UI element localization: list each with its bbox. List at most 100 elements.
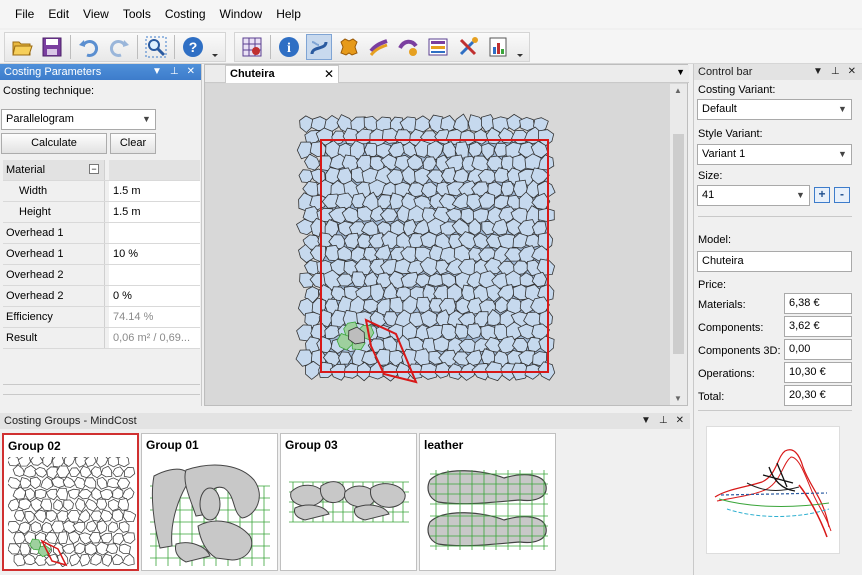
group-card[interactable]: leather [419,433,556,571]
model-label: Model: [698,234,732,246]
technique-value: Parallelogram [6,113,74,125]
nested-piece [68,553,82,567]
style-variant-select[interactable]: Variant 1 ▼ [697,144,852,165]
nested-piece [90,466,103,479]
grid-icon[interactable] [239,34,265,60]
help-icon[interactable]: ? [180,34,206,60]
parts-icon[interactable] [395,34,421,60]
nested-piece [537,208,555,222]
report-icon[interactable] [485,34,511,60]
group-01-thumbnail [150,464,270,566]
menu-window[interactable]: Window [213,0,270,28]
overhead2-select[interactable] [109,265,200,285]
nested-piece [44,531,58,545]
panel-header: Control bar ▼ ⊥ ✕ [694,64,862,80]
scroll-down-icon[interactable]: ▼ [674,394,682,403]
tab-chuteira[interactable]: Chuteira ✕ [225,65,339,83]
redo-icon[interactable] [106,34,132,60]
menu-tools[interactable]: Tools [116,0,158,28]
costing-groups-panel: Costing Groups - MindCost ▼ ⊥ ✕ Group 02 G… [0,413,690,575]
list-icon[interactable] [425,34,451,60]
leather-icon[interactable] [336,34,362,60]
width-value[interactable]: 1.5 m [109,181,200,201]
price-value-total: 20,30 € [784,385,852,406]
layers-icon[interactable] [366,34,392,60]
nesting-canvas[interactable] [206,84,671,405]
group-name: Group 03 [285,438,338,452]
pin-icon[interactable]: ⊥ [831,64,840,80]
price-label-components: Components: [698,322,764,334]
panel-menu-icon[interactable]: ▼ [813,64,823,80]
nested-piece [34,466,48,478]
nested-piece [295,218,314,236]
height-value[interactable]: 1.5 m [109,202,200,222]
menu-file[interactable]: File [8,0,41,28]
group-card[interactable]: Group 03 [280,433,417,571]
scroll-up-icon[interactable]: ▲ [674,86,682,95]
property-key: Result [3,328,105,348]
nested-piece [30,476,42,490]
efficiency-value: 74.14 % [109,307,200,327]
nested-piece [74,542,86,555]
nesting-drawing [295,113,556,384]
toolbar-separator [137,35,138,59]
group-card[interactable]: Group 01 [141,433,278,571]
save-icon[interactable] [39,34,65,60]
size-minus-button[interactable]: - [834,187,850,203]
property-key: Height [3,202,105,222]
zoom-icon[interactable] [143,34,169,60]
toolbar-group-file: ? [4,32,226,62]
scroll-thumb[interactable] [673,134,684,354]
menu-view[interactable]: View [76,0,116,28]
size-plus-button[interactable]: + [814,187,830,203]
close-icon[interactable]: ✕ [676,413,684,429]
nested-piece [19,542,31,556]
menu-edit[interactable]: Edit [41,0,76,28]
costing-variant-select[interactable]: Default ▼ [697,99,852,120]
panel-menu-icon[interactable]: ▼ [641,413,651,429]
price-label-operations: Operations: [698,368,755,380]
nested-piece [100,465,113,478]
overhead1-select[interactable] [109,223,200,243]
pin-icon[interactable]: ⊥ [659,413,668,429]
close-icon[interactable]: ✕ [187,64,195,80]
nested-piece [122,510,136,523]
leather-thumbnail [427,470,548,550]
calculate-button[interactable]: Calculate [1,133,107,154]
overhead1-value[interactable]: 10 % [109,244,200,264]
collapse-icon[interactable]: − [89,164,99,174]
vertical-scrollbar[interactable]: ▲ ▼ [670,84,687,405]
open-folder-icon[interactable] [9,34,35,60]
nested-piece [121,487,135,501]
svg-text:?: ? [189,39,198,55]
nested-piece [85,520,98,532]
close-icon[interactable]: ✕ [848,64,856,80]
tab-list-icon[interactable]: ▼ [676,67,685,77]
info-icon[interactable]: i [276,34,302,60]
dropdown-arrow-icon[interactable] [210,34,220,60]
menu-costing[interactable]: Costing [158,0,213,28]
clear-button[interactable]: Clear [110,133,156,154]
technique-select[interactable]: Parallelogram ▼ [1,109,156,130]
nested-piece [30,497,43,513]
tools-icon[interactable] [455,34,481,60]
nested-piece [42,457,54,468]
nested-piece [112,533,125,545]
nesting-icon[interactable] [305,34,332,60]
menu-help[interactable]: Help [269,0,308,28]
nested-piece [79,465,92,479]
tab-strip: Chuteira ✕ ▼ [205,65,689,83]
panel-menu-icon[interactable]: ▼ [152,64,162,80]
divider [698,216,852,217]
undo-icon[interactable] [76,34,102,60]
pin-icon[interactable]: ⊥ [170,64,179,80]
size-select[interactable]: 41 ▼ [697,185,810,206]
nested-piece [30,521,43,533]
dropdown-arrow-icon[interactable] [515,34,525,60]
close-icon[interactable]: ✕ [324,66,334,82]
overhead2-value[interactable]: 0 % [109,286,200,306]
property-row-overhead1-pct: Overhead 1 10 % [3,244,200,265]
group-card[interactable]: Group 02 [2,433,139,571]
divider [3,384,200,385]
property-key: Width [3,181,105,201]
